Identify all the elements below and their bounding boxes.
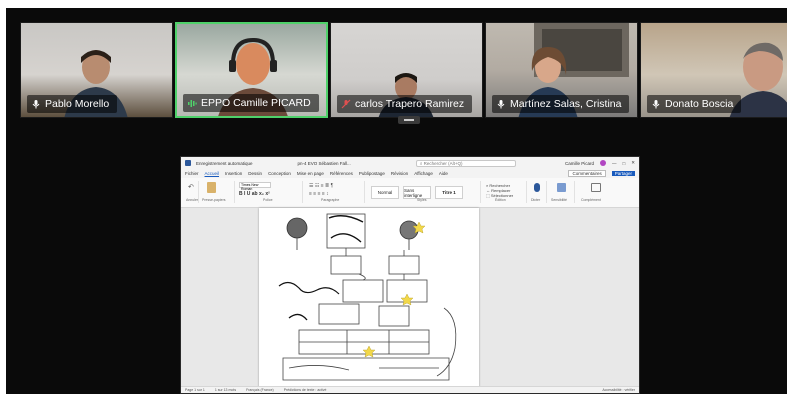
document-area bbox=[181, 208, 639, 388]
ribbon-group-clipboard: Presse-papiers bbox=[201, 181, 235, 203]
ribbon-group-label: Paragraphe bbox=[321, 198, 340, 202]
comments-button: Commentaires bbox=[568, 170, 606, 177]
ribbon-group-label: Sensibilité bbox=[551, 198, 567, 202]
ribbon-group-dictate: Dicter bbox=[529, 181, 547, 203]
ribbon-group-label: Complément bbox=[581, 198, 601, 202]
menu-item: Références bbox=[329, 171, 353, 176]
menu-item: Conception bbox=[268, 171, 291, 176]
document-title: pn-4 EVO Sébastien Fall... bbox=[297, 160, 351, 166]
word-ribbon: ↶ Annuler Presse-papiers Times New Roman… bbox=[181, 178, 639, 208]
avatar bbox=[600, 160, 606, 166]
sensitivity-icon bbox=[557, 183, 566, 192]
ribbon-group-paragraph: ☰ ☷ ≡ ≣ ¶ ≡ ≡ ≡ ≡ ↕ Paragraphe bbox=[305, 181, 365, 203]
share-button: Partager bbox=[611, 171, 635, 176]
menu-item: Fichier bbox=[185, 171, 199, 176]
mic-icon bbox=[32, 100, 40, 109]
word-status-bar: Page 1 sur 1 1 sur 13 mots Français (Fra… bbox=[181, 386, 639, 393]
word-app-icon bbox=[185, 160, 191, 166]
word-menu-bar: Fichier Accueil Insertion Dessin Concept… bbox=[181, 169, 639, 178]
document-page bbox=[259, 208, 479, 388]
alignment-icons: ≡ ≡ ≡ ≡ ↕ bbox=[309, 191, 329, 197]
menu-item: Affichage bbox=[414, 171, 433, 176]
word-user-area: Camille Picard — □ ✕ bbox=[565, 160, 635, 166]
participant-name-bar: Pablo Morello bbox=[27, 95, 118, 113]
editor-icon bbox=[591, 183, 601, 192]
participant-name-bar: EPPO Camille PICARD bbox=[183, 94, 319, 112]
mic-muted-icon bbox=[341, 99, 351, 109]
paste-icon bbox=[207, 182, 216, 193]
menu-item-selected: Accueil bbox=[204, 171, 220, 176]
word-search-box: ⌕ Rechercher (Alt+Q) bbox=[415, 159, 516, 167]
strip-collapse-handle[interactable] bbox=[398, 116, 420, 124]
ribbon-group-label: Presse-papiers bbox=[202, 198, 226, 202]
autosave-label: Enregistrement automatique bbox=[196, 160, 253, 166]
video-call-window: Pablo Morello EPPO Camille PICARD carlos… bbox=[6, 8, 787, 394]
editing-commands: ⌕ Rechercher ↔ Remplacer ⬚ Sélectionner bbox=[486, 183, 514, 198]
minimize-icon: — bbox=[612, 160, 617, 166]
participant-name-bar: Martínez Salas, Cristina bbox=[492, 95, 630, 113]
ribbon-group-addins: Complément bbox=[577, 181, 617, 203]
style-heading-1: Titre 1 bbox=[435, 186, 463, 199]
participant-tile-active-speaker[interactable]: EPPO Camille PICARD bbox=[175, 22, 328, 118]
shared-screen: Enregistrement automatique pn-4 EVO Séba… bbox=[180, 156, 640, 394]
participant-name-bar: carlos Trapero Ramirez bbox=[337, 95, 473, 113]
participant-name: Donato Boscia bbox=[665, 98, 734, 110]
participant-name: Pablo Morello bbox=[45, 98, 110, 110]
process-diagram-figure bbox=[278, 213, 457, 381]
search-placeholder: Rechercher (Alt+Q) bbox=[423, 160, 463, 166]
participant-tile[interactable]: Pablo Morello bbox=[20, 22, 173, 118]
menu-item: Révision bbox=[390, 171, 409, 176]
participant-tile[interactable]: Donato Boscia bbox=[640, 22, 787, 118]
ribbon-group-styles: Normal Sans interligne Titre 1 Styles bbox=[367, 181, 481, 203]
close-icon: ✕ bbox=[631, 160, 635, 165]
status-item: Accessibilité : vérifier bbox=[602, 388, 635, 392]
dictate-mic-icon bbox=[534, 183, 540, 192]
menu-item: Dessin bbox=[248, 171, 263, 176]
style-normal: Normal bbox=[371, 186, 399, 199]
ribbon-group-font: Times New Roman B I U ab x₂ x² Police bbox=[237, 181, 303, 203]
participant-name: Martínez Salas, Cristina bbox=[510, 98, 622, 110]
maximize-icon: □ bbox=[622, 160, 626, 166]
status-item: 1 sur 13 mots bbox=[214, 388, 237, 392]
word-title-bar: Enregistrement automatique pn-4 EVO Séba… bbox=[181, 157, 639, 169]
participant-tile[interactable]: Martínez Salas, Cristina bbox=[485, 22, 638, 118]
menu-item: Aide bbox=[438, 171, 448, 176]
font-format-icons: B I U ab x₂ x² bbox=[239, 191, 270, 197]
paragraph-icons: ☰ ☷ ≡ ≣ ¶ bbox=[309, 183, 334, 189]
status-item: Français (France) bbox=[246, 388, 274, 392]
participant-strip: Pablo Morello EPPO Camille PICARD carlos… bbox=[20, 22, 787, 118]
ribbon-group-editing: ⌕ Rechercher ↔ Remplacer ⬚ Sélectionner Éd… bbox=[483, 181, 527, 203]
participant-name-bar: Donato Boscia bbox=[647, 95, 742, 113]
participant-tile[interactable]: carlos Trapero Ramirez bbox=[330, 22, 483, 118]
ribbon-group-sensitivity: Sensibilité bbox=[549, 181, 575, 203]
participant-name: carlos Trapero Ramirez bbox=[355, 98, 465, 110]
menu-item: Publipostage bbox=[358, 171, 385, 176]
user-name: Camille Picard bbox=[564, 160, 594, 166]
audio-level-icon bbox=[188, 100, 197, 107]
ribbon-group-label: Police bbox=[263, 198, 273, 202]
font-name-box: Times New Roman bbox=[239, 182, 271, 191]
undo-icon: ↶ bbox=[188, 184, 194, 191]
participant-name: EPPO Camille PICARD bbox=[201, 97, 311, 109]
menu-item: Mise en page bbox=[296, 171, 324, 176]
ribbon-group-label: Édition bbox=[495, 198, 506, 202]
ribbon-group-label: Styles bbox=[417, 198, 427, 202]
status-item: Prédictions de texte : activé bbox=[283, 388, 327, 392]
ribbon-group-label: Dicter bbox=[531, 198, 541, 202]
status-item: Page 1 sur 1 bbox=[185, 388, 205, 392]
mic-icon bbox=[652, 100, 660, 109]
mic-icon bbox=[497, 100, 505, 109]
ribbon-group-undo: ↶ Annuler bbox=[185, 181, 199, 203]
menu-item: Insertion bbox=[225, 171, 243, 176]
ribbon-group-label: Annuler bbox=[186, 198, 199, 202]
